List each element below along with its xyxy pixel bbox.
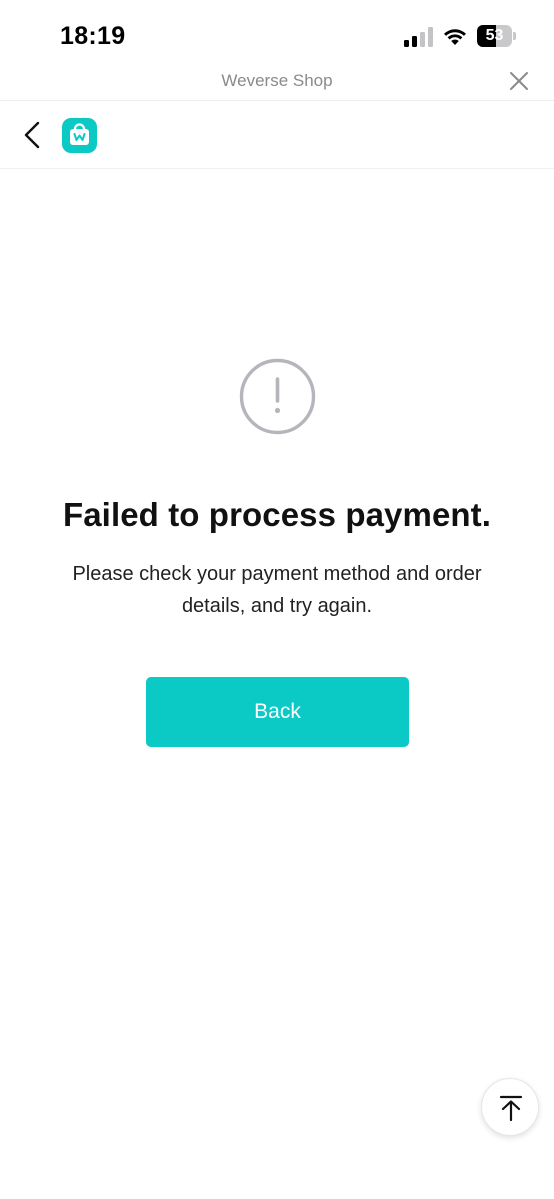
battery-icon: 53 [477,25,517,47]
battery-level: 53 [485,27,504,44]
nav-bar [0,101,554,169]
close-icon[interactable] [509,71,529,91]
payment-failed-screen: 18:19 53 Weverse Shop Failed to process … [0,0,554,1199]
scroll-to-top-button[interactable] [481,1078,539,1136]
arrow-up-to-top-icon [499,1095,523,1121]
error-title: Failed to process payment. [62,496,492,533]
weverse-shop-logo-icon[interactable] [62,118,97,153]
error-message: Please check your payment method and ord… [72,563,482,617]
status-time: 18:19 [60,22,126,50]
webview-header: Weverse Shop [0,60,554,101]
back-arrow-icon[interactable] [22,121,44,149]
webview-title: Weverse Shop [221,71,333,90]
exclamation-circle-icon [239,358,316,435]
back-button[interactable]: Back [146,677,409,747]
status-bar: 18:19 53 [0,0,554,68]
signal-icon [404,27,433,47]
wifi-icon [444,29,466,45]
